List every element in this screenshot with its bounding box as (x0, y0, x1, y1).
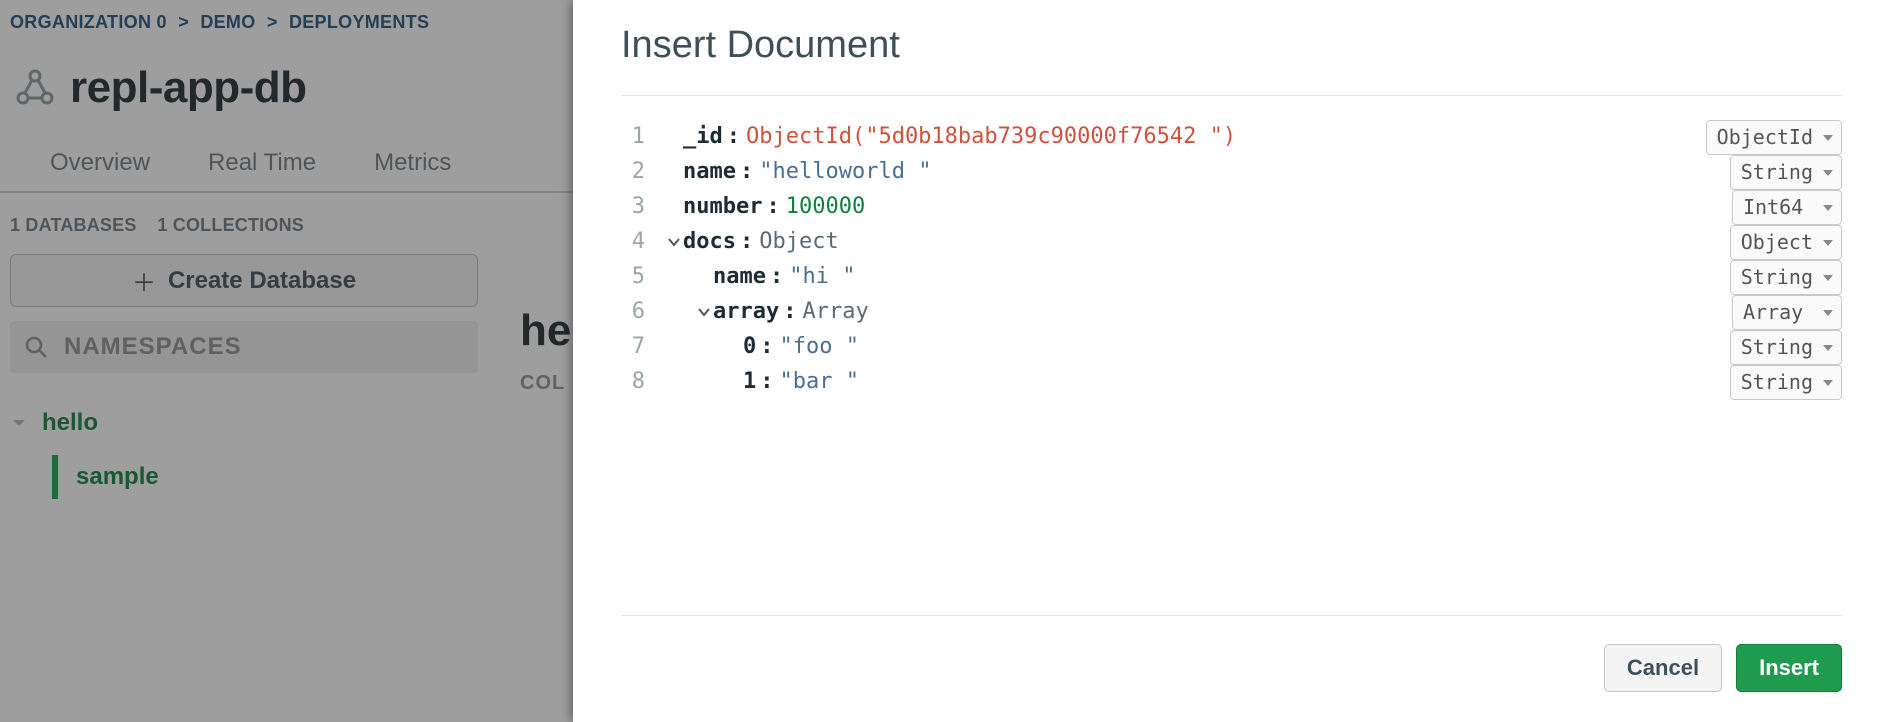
field-name[interactable]: array (713, 295, 779, 329)
line-number: 7 (621, 330, 665, 364)
colon: : (727, 120, 740, 154)
field-name[interactable]: _id (683, 120, 723, 154)
field-value[interactable]: "hi " (789, 260, 855, 294)
type-selector[interactable]: String (1730, 155, 1842, 190)
line-number: 4 (621, 225, 665, 259)
line-number: 1 (621, 120, 665, 154)
colon: : (766, 190, 779, 224)
field-name[interactable]: number (683, 190, 762, 224)
line-number: 5 (621, 260, 665, 294)
field-name[interactable]: 1 (743, 365, 756, 399)
editor-row[interactable]: 1 _id :ObjectId("5d0b18bab739c90000f76542… (621, 120, 1842, 155)
field-name[interactable]: docs (683, 225, 736, 259)
insert-button[interactable]: Insert (1736, 644, 1842, 692)
expand-toggle-icon[interactable] (695, 306, 713, 318)
modal-title: Insert Document (621, 24, 1842, 96)
line-number: 3 (621, 190, 665, 224)
field-name[interactable]: name (683, 155, 736, 189)
editor-row[interactable]: 8 1 :"bar " String (621, 365, 1842, 400)
type-selector[interactable]: String (1730, 330, 1842, 365)
type-selector[interactable]: Array (1732, 295, 1842, 330)
cancel-button[interactable]: Cancel (1604, 644, 1722, 692)
field-value[interactable]: Object (759, 225, 838, 259)
document-editor[interactable]: 1_id :ObjectId("5d0b18bab739c90000f76542… (621, 96, 1842, 615)
field-name[interactable]: name (713, 260, 766, 294)
colon: : (760, 330, 773, 364)
editor-row[interactable]: 6array :ArrayArray (621, 295, 1842, 330)
editor-row[interactable]: 7 0 :"foo " String (621, 330, 1842, 365)
field-value[interactable]: "bar " (780, 365, 859, 399)
field-value[interactable]: ObjectId("5d0b18bab739c90000f76542 ") (746, 120, 1236, 154)
field-value[interactable]: 100000 (786, 190, 865, 224)
field-name[interactable]: 0 (743, 330, 756, 364)
colon: : (783, 295, 796, 329)
modal-footer: Cancel Insert (621, 615, 1842, 692)
field-value[interactable]: "foo " (780, 330, 859, 364)
type-selector[interactable]: Int64 (1732, 190, 1842, 225)
editor-row[interactable]: 2 name :"helloworld " String (621, 155, 1842, 190)
type-selector[interactable]: ObjectId (1706, 120, 1842, 155)
field-value[interactable]: Array (802, 295, 868, 329)
colon: : (770, 260, 783, 294)
editor-row[interactable]: 4docs :ObjectObject (621, 225, 1842, 260)
type-selector[interactable]: String (1730, 260, 1842, 295)
insert-document-modal: Insert Document 1_id :ObjectId("5d0b18ba… (573, 0, 1890, 722)
colon: : (760, 365, 773, 399)
colon: : (740, 155, 753, 189)
expand-toggle-icon[interactable] (665, 236, 683, 248)
type-selector[interactable]: String (1730, 365, 1842, 400)
editor-row[interactable]: 5 name :"hi " String (621, 260, 1842, 295)
type-selector[interactable]: Object (1730, 225, 1842, 260)
line-number: 8 (621, 365, 665, 399)
line-number: 6 (621, 295, 665, 329)
line-number: 2 (621, 155, 665, 189)
editor-row[interactable]: 3 number :100000 Int64 (621, 190, 1842, 225)
colon: : (740, 225, 753, 259)
field-value[interactable]: "helloworld " (759, 155, 931, 189)
